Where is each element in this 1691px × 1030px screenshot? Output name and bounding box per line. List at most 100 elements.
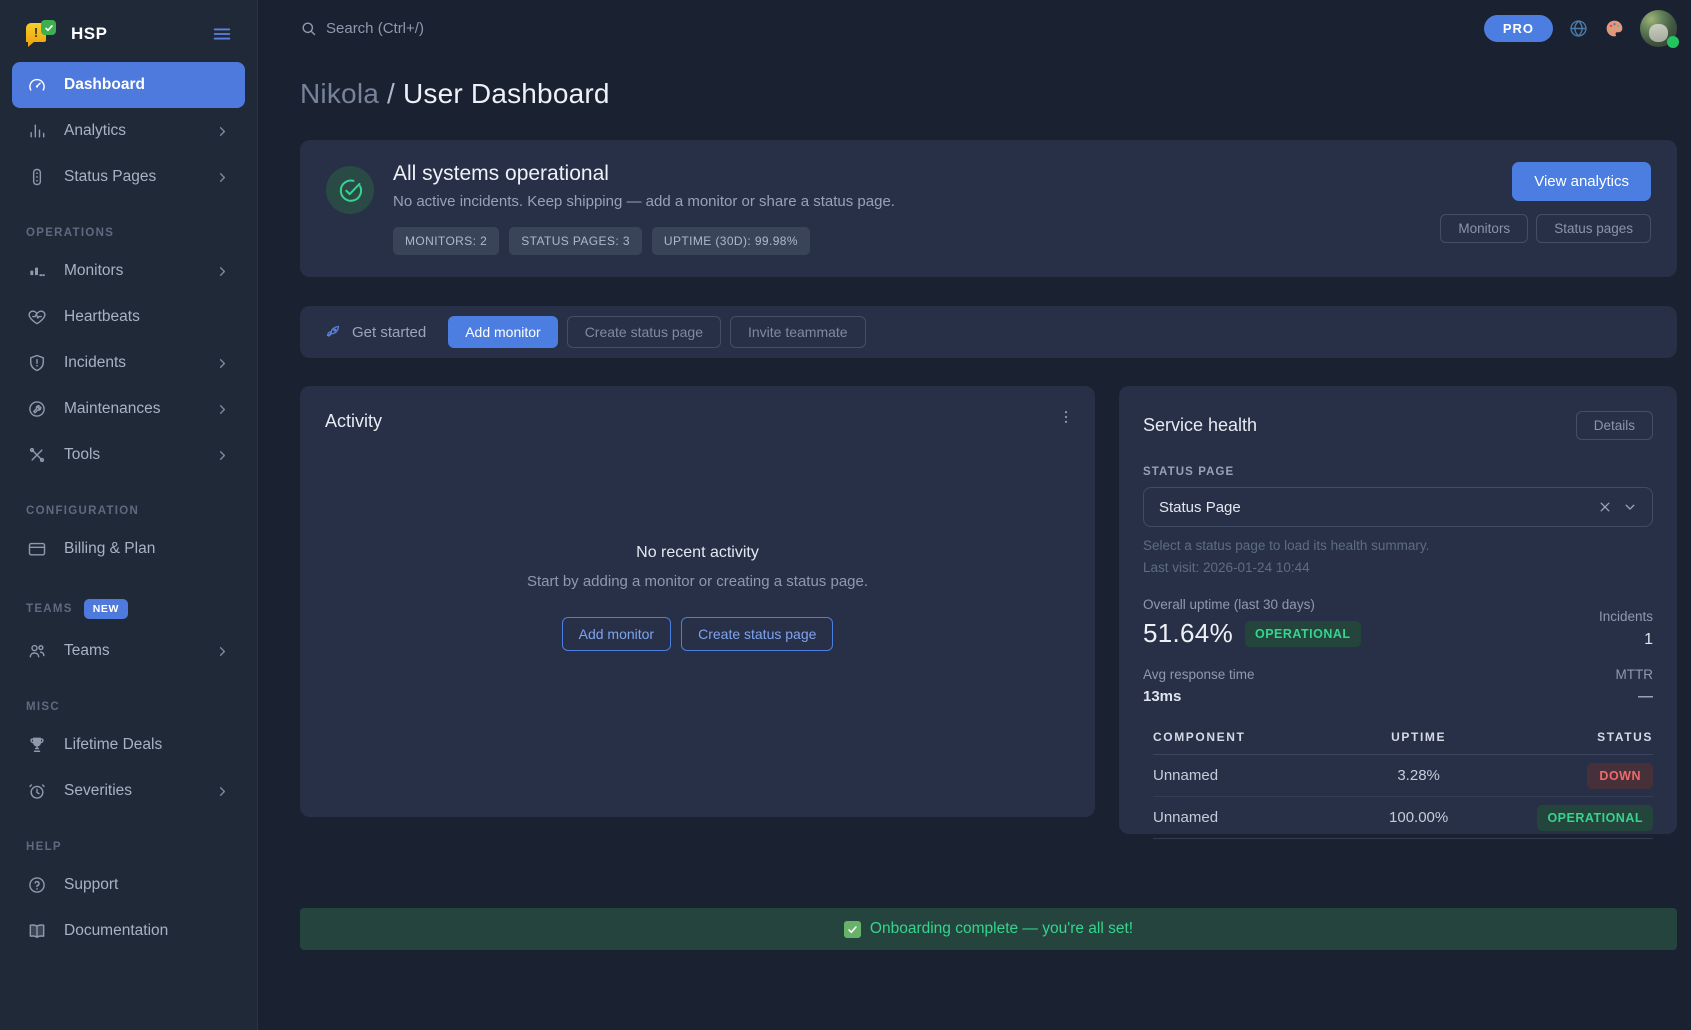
topbar-actions: PRO (1484, 10, 1677, 47)
status-metric-badge: UPTIME (30D): 99.98% (652, 227, 810, 255)
language-globe-icon[interactable] (1568, 18, 1589, 39)
system-status-title: All systems operational (393, 162, 895, 186)
uptime-value: 51.64% (1143, 618, 1233, 649)
overall-uptime: Overall uptime (last 30 days) 51.64% OPE… (1143, 597, 1361, 649)
sidebar-section-misc: MISC (26, 701, 231, 713)
sidebar-item-monitors[interactable]: Monitors (12, 248, 245, 294)
app-logo[interactable]: ! HSP (26, 20, 107, 48)
empty-state-actions: Add monitor Create status page (325, 617, 1070, 651)
clear-selection-icon[interactable] (1598, 500, 1612, 514)
status-page-select[interactable]: Status Page (1143, 487, 1653, 527)
sidebar-item-heartbeats[interactable]: Heartbeats (12, 294, 245, 340)
wrench-circle-icon (27, 399, 47, 419)
service-health-header: Service health Details (1143, 411, 1653, 440)
online-status-dot (1667, 36, 1679, 48)
sidebar-item-dashboard[interactable]: Dashboard (12, 62, 245, 108)
sidebar-item-label: Dashboard (64, 76, 145, 94)
new-badge: NEW (84, 599, 128, 619)
brand-name: HSP (71, 24, 107, 44)
tools-icon (27, 445, 47, 465)
section-label: HELP (26, 841, 62, 853)
invite-teammate-button[interactable]: Invite teammate (730, 316, 866, 348)
chevron-down-icon[interactable] (1623, 500, 1637, 514)
check-square-icon (844, 921, 861, 938)
sidebar-item-label: Severities (64, 782, 132, 800)
search-input[interactable]: Search (Ctrl+/) (300, 20, 424, 37)
kebab-menu-icon[interactable] (1057, 408, 1075, 426)
sidebar-item-analytics[interactable]: Analytics (12, 108, 245, 154)
dashboard-grid: Activity No recent activity Start by add… (300, 386, 1677, 834)
monitor-bars-icon (27, 261, 47, 281)
sidebar-item-label: Lifetime Deals (64, 736, 162, 754)
breadcrumb-separator: / (387, 78, 395, 109)
chevron-right-icon (215, 448, 230, 463)
status-pages-button[interactable]: Status pages (1536, 214, 1651, 243)
sidebar-item-maintenances[interactable]: Maintenances (12, 386, 245, 432)
sidebar-item-documentation[interactable]: Documentation (12, 908, 245, 954)
search-placeholder: Search (Ctrl+/) (326, 20, 424, 37)
activity-title: Activity (325, 411, 1070, 432)
sidebar-item-severities[interactable]: Severities (12, 768, 245, 814)
sidebar-item-lifetime-deals[interactable]: Lifetime Deals (12, 722, 245, 768)
create-status-page-button[interactable]: Create status page (567, 316, 721, 348)
section-label: MISC (26, 701, 60, 713)
system-status-card: All systems operational No active incide… (300, 140, 1677, 277)
component-row: Unnamed100.00%OPERATIONAL (1153, 797, 1653, 839)
component-name: Unnamed (1153, 809, 1341, 826)
sidebar-item-label: Maintenances (64, 400, 161, 418)
sidebar-header: ! HSP (0, 12, 257, 62)
empty-state-subtitle: Start by adding a monitor or creating a … (325, 573, 1070, 590)
sidebar-nav: Dashboard AnalyticsStatus Pages OPERATIONS… (0, 62, 257, 954)
activity-card: Activity No recent activity Start by add… (300, 386, 1095, 817)
component-row: Unnamed3.28%DOWN (1153, 755, 1653, 797)
get-started-label-group: Get started (324, 323, 426, 341)
sidebar-section-help: HELP (26, 841, 231, 853)
sidebar-item-tools[interactable]: Tools (12, 432, 245, 478)
breadcrumb-parent[interactable]: Nikola (300, 78, 379, 109)
status-metric-badge: MONITORS: 2 (393, 227, 499, 255)
details-button[interactable]: Details (1576, 411, 1653, 440)
incidents-value: 1 (1599, 631, 1653, 649)
app-root: ! HSP Dashboard AnalyticsStatus Pages OPER… (0, 0, 1691, 1030)
chevron-right-icon (215, 124, 230, 139)
sidebar-section-teams: TEAMSNEW (26, 599, 231, 619)
sidebar-item-billing-plan[interactable]: Billing & Plan (12, 526, 245, 572)
system-status-badges: MONITORS: 2STATUS PAGES: 3UPTIME (30D): … (393, 227, 895, 255)
alarm-icon (27, 781, 47, 801)
menu-toggle-icon[interactable] (211, 23, 233, 45)
chevron-right-icon (215, 170, 230, 185)
sidebar-item-incidents[interactable]: Incidents (12, 340, 245, 386)
create-status-page-button[interactable]: Create status page (681, 617, 833, 651)
sidebar-item-teams[interactable]: Teams (12, 628, 245, 674)
logo-icon: ! (26, 20, 58, 48)
shield-alert-icon (27, 353, 47, 373)
service-health-card: Service health Details STATUS PAGE Statu… (1119, 386, 1677, 834)
avg-response-stat: Avg response time 13ms (1143, 667, 1255, 705)
monitors-button[interactable]: Monitors (1440, 214, 1528, 243)
user-avatar[interactable] (1640, 10, 1677, 47)
component-status-badge: OPERATIONAL (1537, 805, 1653, 831)
sidebar-item-label: Tools (64, 446, 100, 464)
sidebar-section-operations: OPERATIONS (26, 227, 231, 239)
activity-empty-state: No recent activity Start by adding a mon… (325, 544, 1070, 651)
response-stats-row: Avg response time 13ms MTTR — (1143, 667, 1653, 705)
gauge-icon (27, 75, 47, 95)
sidebar-item-status-pages[interactable]: Status Pages (12, 154, 245, 200)
search-icon (300, 20, 317, 37)
book-icon (27, 921, 47, 941)
add-monitor-button[interactable]: Add monitor (448, 316, 557, 348)
bar-chart-icon (27, 121, 47, 141)
sidebar-item-support[interactable]: Support (12, 862, 245, 908)
empty-state-title: No recent activity (325, 544, 1070, 562)
pro-badge: PRO (1484, 15, 1553, 42)
chevron-right-icon (215, 644, 230, 659)
view-analytics-button[interactable]: View analytics (1512, 162, 1651, 201)
topbar: Search (Ctrl+/) PRO (300, 0, 1677, 56)
page-title: User Dashboard (403, 78, 610, 109)
theme-palette-icon[interactable] (1604, 18, 1625, 39)
select-helper-text: Select a status page to load its health … (1143, 538, 1653, 553)
service-health-title: Service health (1143, 415, 1257, 436)
sidebar-item-label: Heartbeats (64, 308, 140, 326)
add-monitor-button[interactable]: Add monitor (562, 617, 671, 651)
main-content: Search (Ctrl+/) PRO Nikola / User Dashboar… (258, 0, 1691, 1030)
